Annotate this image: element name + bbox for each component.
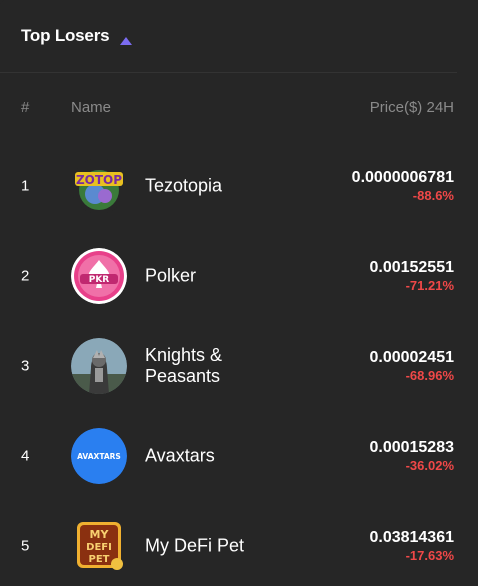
row-price: 0.00015283 [369, 439, 454, 456]
polker-logo: PKR [71, 248, 127, 304]
row-price-block: 0.0000006781 -88.6% [352, 168, 454, 204]
row-price: 0.03814361 [369, 529, 454, 546]
row-name: Knights & Peasants [145, 345, 223, 386]
svg-text:DEFI: DEFI [86, 542, 112, 553]
column-header-price: Price($) 24H [369, 99, 454, 116]
column-header-row: # Name Price($) 24H [0, 73, 478, 141]
svg-text:PET: PET [89, 554, 110, 565]
list-item[interactable]: 4 AVAXTARS Avaxtars 0.00015283 -36.02% [0, 411, 478, 501]
row-name: Tezotopia [145, 175, 223, 196]
avaxtars-logo-text: AVAXTARS [77, 452, 121, 461]
row-name: Avaxtars [145, 445, 215, 466]
column-header-name: Name [71, 99, 112, 116]
row-change: -17.63% [405, 548, 454, 563]
avaxtars-logo: AVAXTARS [71, 428, 127, 484]
row-rank: 1 [21, 177, 30, 195]
row-rank: 4 [21, 447, 30, 465]
panel-title: Top Losers [21, 26, 110, 45]
list-item[interactable]: 3 Knights & Peasants 0.00002451 -68.96% [0, 321, 478, 411]
top-losers-panel: Top Losers # Name Price($) 24H 1 ZOTOP T… [0, 0, 478, 586]
row-price: 0.00152551 [369, 259, 454, 276]
row-name: My DeFi Pet [145, 535, 245, 556]
row-change: -68.96% [405, 368, 454, 383]
row-change: -36.02% [405, 458, 454, 473]
row-rank: 3 [21, 357, 30, 375]
knights-peasants-logo [71, 338, 127, 394]
svg-text:MY: MY [90, 528, 110, 541]
triangle-up-icon[interactable] [120, 32, 133, 45]
column-header-rank: # [21, 99, 30, 116]
losers-list: 1 ZOTOP Tezotopia 0.0000006781 -88.6% 2 [0, 141, 478, 586]
row-change: -71.21% [405, 278, 454, 293]
row-price-block: 0.00002451 -68.96% [369, 348, 454, 384]
tezotopia-logo: ZOTOP [71, 158, 127, 214]
svg-text:ZOTOP: ZOTOP [76, 173, 122, 187]
list-item[interactable]: 1 ZOTOP Tezotopia 0.0000006781 -88.6% [0, 141, 478, 231]
row-rank: 5 [21, 537, 30, 555]
svg-text:PKR: PKR [89, 275, 110, 285]
row-name: Polker [145, 265, 197, 286]
my-defi-pet-logo: MY DEFI PET [71, 518, 127, 574]
row-change: -88.6% [412, 188, 454, 203]
row-price: 0.0000006781 [351, 169, 454, 186]
row-price-block: 0.03814361 -17.63% [369, 528, 454, 564]
panel-header: Top Losers [0, 0, 457, 73]
list-item[interactable]: 5 MY DEFI PET My DeFi Pet 0.03814361 -17… [0, 501, 478, 586]
row-rank: 2 [21, 267, 30, 285]
row-price-block: 0.00152551 -71.21% [369, 258, 454, 294]
row-price-block: 0.00015283 -36.02% [369, 438, 454, 474]
row-price: 0.00002451 [369, 349, 454, 366]
list-item[interactable]: 2 PKR Polker 0.00152551 -71.21% [0, 231, 478, 321]
